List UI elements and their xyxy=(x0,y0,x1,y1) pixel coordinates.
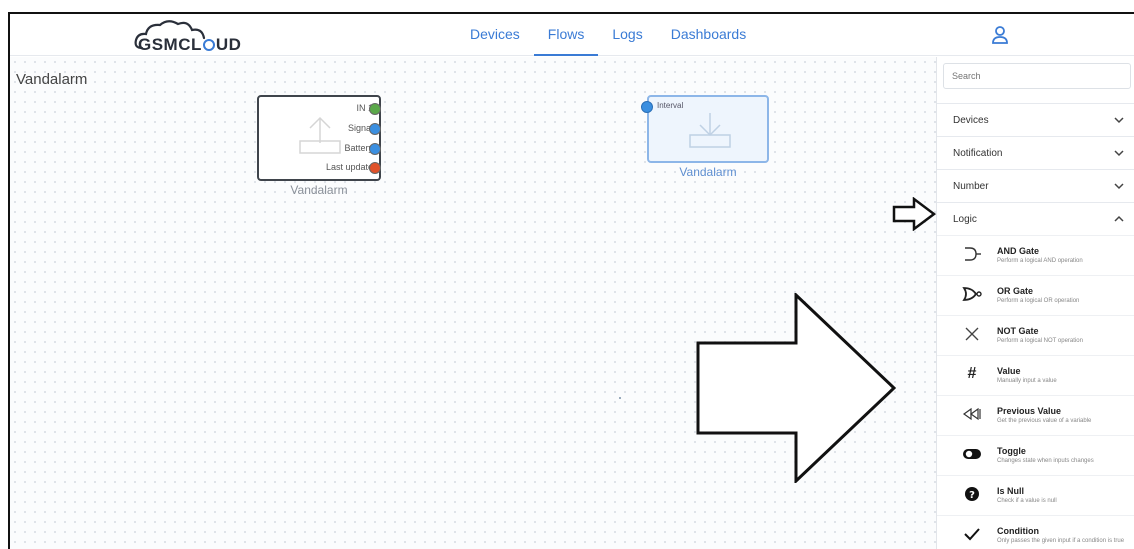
port-label: Interval xyxy=(657,101,684,110)
item-desc: Perform a logical OR operation xyxy=(997,298,1080,304)
port-dot-green[interactable] xyxy=(369,103,381,115)
category-notification[interactable]: Notification xyxy=(937,136,1134,169)
port-last-update: Last update xyxy=(325,162,381,174)
arrow-right-icon xyxy=(892,197,936,231)
gsm-cloud-logo[interactable]: GSMCL UD xyxy=(132,18,247,54)
main-nav: Devices Flows Logs Dashboards xyxy=(456,14,760,56)
logo-o-icon xyxy=(202,39,215,51)
port-label: Last update xyxy=(325,162,373,172)
logo-text-cl: CL xyxy=(178,35,202,54)
category-label: Logic xyxy=(953,214,977,225)
item-title: Value xyxy=(997,366,1021,376)
toggle-icon xyxy=(961,444,983,464)
vandalarm-target-node[interactable]: Interval xyxy=(641,95,769,163)
hash-icon: # xyxy=(967,365,977,382)
rewind-icon xyxy=(961,404,983,424)
item-desc: Manually input a value xyxy=(997,378,1057,384)
search-input[interactable] xyxy=(943,63,1131,89)
item-desc: Get the previous value of a variable xyxy=(997,418,1092,424)
palette-item-is-null[interactable]: ? Is Null Check if a value is null xyxy=(937,475,1134,515)
svg-text:?: ? xyxy=(969,490,975,501)
chevron-down-icon xyxy=(1114,117,1124,124)
palette-item-condition[interactable]: Condition Only passes the given input if… xyxy=(937,515,1134,549)
item-desc: Only passes the given input if a conditi… xyxy=(997,538,1125,544)
category-label: Devices xyxy=(953,115,989,126)
vandalarm-source-node[interactable]: IN 1 Signal Battery Last update xyxy=(257,95,381,181)
item-desc: Changes state when inputs changes xyxy=(997,458,1094,464)
chevron-down-icon xyxy=(1114,150,1124,157)
flow-canvas[interactable]: Vandalarm IN 1 Signal Battery Last updat xyxy=(10,57,936,549)
app-window: GSMCL UD Devices Flows Logs Dashboards Va… xyxy=(8,12,1134,549)
user-icon[interactable] xyxy=(990,25,1010,45)
palette-item-previous-value[interactable]: Previous Value Get the previous value of… xyxy=(937,395,1134,435)
port-dot-blue[interactable] xyxy=(369,143,381,155)
palette-item-or-gate[interactable]: OR Gate Perform a logical OR operation xyxy=(937,275,1134,315)
item-title: Is Null xyxy=(997,486,1025,496)
port-in1: IN 1 xyxy=(356,103,381,115)
item-title: OR Gate xyxy=(997,286,1034,296)
port-dot-orange[interactable] xyxy=(369,162,381,174)
category-logic[interactable]: Logic xyxy=(937,202,1134,235)
not-gate-icon xyxy=(961,324,983,344)
check-icon xyxy=(961,524,983,544)
nav-dashboards[interactable]: Dashboards xyxy=(657,14,761,56)
category-label: Notification xyxy=(953,148,1003,159)
flow-title: Vandalarm xyxy=(16,71,88,88)
chevron-down-icon xyxy=(1114,183,1124,190)
node-caption: Vandalarm xyxy=(290,183,348,197)
logo-text-gsm: GSM xyxy=(138,35,179,54)
or-gate-icon xyxy=(961,284,983,304)
item-title: NOT Gate xyxy=(997,326,1039,336)
question-icon: ? xyxy=(961,484,983,504)
port-battery: Battery xyxy=(344,143,381,155)
and-gate-icon xyxy=(961,244,983,264)
logo-text: GSMCL UD xyxy=(138,35,241,55)
port-dot-blue[interactable] xyxy=(369,123,381,135)
item-desc: Check if a value is null xyxy=(997,498,1057,504)
item-title: AND Gate xyxy=(997,246,1040,256)
nav-flows[interactable]: Flows xyxy=(533,14,599,56)
download-icon xyxy=(689,113,731,148)
item-title: Toggle xyxy=(997,446,1026,456)
upload-icon xyxy=(299,116,341,154)
port-dot-blue[interactable] xyxy=(641,101,653,113)
chevron-up-icon xyxy=(1114,215,1124,222)
item-desc: Perform a logical NOT operation xyxy=(997,338,1083,344)
nav-logs[interactable]: Logs xyxy=(598,14,656,56)
category-devices[interactable]: Devices xyxy=(937,103,1134,136)
logo-text-ud: UD xyxy=(215,35,242,54)
palette-item-not-gate[interactable]: NOT Gate Perform a logical NOT operation xyxy=(937,315,1134,355)
item-title: Previous Value xyxy=(997,406,1062,416)
top-nav-bar: GSMCL UD Devices Flows Logs Dashboards xyxy=(10,14,1134,56)
nav-devices[interactable]: Devices xyxy=(456,14,534,56)
category-number[interactable]: Number xyxy=(937,169,1134,202)
palette-item-value[interactable]: # Value Manually input a value xyxy=(937,355,1134,395)
item-desc: Perform a logical AND operation xyxy=(997,258,1083,264)
canvas-dot xyxy=(619,397,621,399)
node-caption: Vandalarm xyxy=(679,165,737,179)
palette-item-and-gate[interactable]: AND Gate Perform a logical AND operation xyxy=(937,235,1134,275)
category-label: Number xyxy=(953,181,989,192)
item-title: Condition xyxy=(997,526,1039,536)
palette-item-toggle[interactable]: Toggle Changes state when inputs changes xyxy=(937,435,1134,475)
node-palette: Devices Notification Number Logic AND Ga… xyxy=(936,57,1134,549)
arrow-right-icon xyxy=(696,293,896,483)
port-signal: Signal xyxy=(348,123,381,135)
